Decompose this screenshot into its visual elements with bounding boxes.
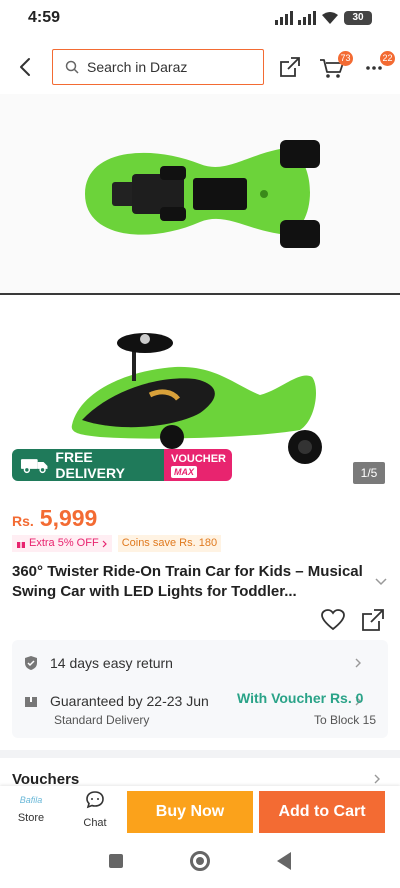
- chat-icon: [86, 791, 104, 809]
- price-value: 5,999: [39, 505, 98, 531]
- chevron-left-icon: [20, 58, 30, 76]
- status-icons: 30: [275, 10, 372, 26]
- return-policy-row[interactable]: 14 days easy return: [24, 652, 376, 674]
- share-icon: [362, 609, 384, 631]
- store-logo: Bafila: [19, 795, 43, 805]
- header: 73 22: [0, 44, 400, 90]
- shield-check-icon: [25, 656, 37, 670]
- delivery-info-card: 14 days easy return Guaranteed by 22-23 …: [12, 640, 388, 738]
- more-button[interactable]: 22: [362, 51, 395, 80]
- more-count-badge: 22: [380, 51, 395, 66]
- delivery-type: Standard Delivery: [54, 713, 150, 727]
- coins-save-tag: Coins save Rs. 180: [117, 535, 222, 552]
- free-delivery-badge: FREE DELIVERY: [12, 449, 164, 481]
- extra-off-tag[interactable]: Extra 5% OFF: [12, 535, 112, 552]
- search-input[interactable]: [87, 59, 247, 75]
- delivery-voucher-text[interactable]: With Voucher Rs. 0: [237, 690, 363, 706]
- expand-title-button[interactable]: [374, 574, 388, 586]
- chevron-right-icon: [102, 540, 107, 547]
- share-icon: [280, 57, 300, 77]
- share-button[interactable]: [277, 54, 303, 80]
- voucher-max-badge: VOUCHER MAX: [164, 449, 232, 481]
- extra-off-label: Extra 5% OFF: [29, 537, 99, 549]
- product-gallery[interactable]: [0, 94, 400, 494]
- status-time: 4:59: [28, 9, 61, 26]
- product-price: Rs. 5,999: [12, 505, 97, 532]
- system-back-button[interactable]: [277, 852, 291, 870]
- chat-label: Chat: [83, 817, 107, 829]
- signal-icon: [275, 11, 293, 25]
- search-bar[interactable]: [52, 49, 264, 85]
- gift-icon: [17, 539, 25, 548]
- search-icon: [65, 60, 79, 74]
- store-button[interactable]: Bafila Store: [8, 790, 54, 834]
- delivery-guarantee-label: Guaranteed by 22-23 Jun: [50, 693, 209, 709]
- signal-icon: [298, 11, 316, 25]
- heart-icon: [321, 609, 345, 631]
- product-share-button[interactable]: [360, 607, 386, 633]
- store-label: Store: [17, 812, 45, 824]
- status-bar: 4:59 30: [0, 0, 400, 36]
- section-divider: [0, 750, 400, 758]
- product-title: 360° Twister Ride-On Train Car for Kids …: [12, 563, 363, 600]
- product-image-top-view: [0, 94, 400, 293]
- system-nav-bar: [0, 838, 400, 888]
- promo-tags: Extra 5% OFF Coins save Rs. 180: [12, 535, 222, 552]
- battery-icon: 30: [344, 11, 372, 25]
- delivery-truck-icon: [20, 459, 48, 474]
- voucher-label: VOUCHER: [171, 453, 227, 465]
- back-button[interactable]: [12, 54, 40, 80]
- delivery-box-icon: [25, 697, 37, 707]
- add-to-cart-button[interactable]: Add to Cart: [259, 791, 385, 833]
- chevron-down-icon: [375, 578, 387, 586]
- return-policy-label: 14 days easy return: [50, 655, 173, 671]
- wishlist-button[interactable]: [320, 608, 346, 632]
- cart-count-badge: 73: [338, 51, 353, 66]
- recent-apps-button[interactable]: [109, 854, 123, 868]
- free-delivery-label: FREE DELIVERY: [55, 449, 125, 481]
- bottom-action-bar: Bafila Store Chat Buy Now Add to Cart: [0, 786, 400, 838]
- chevron-right-icon: [355, 658, 361, 668]
- home-button[interactable]: [190, 851, 210, 871]
- chat-button[interactable]: Chat: [72, 790, 118, 834]
- price-currency: Rs.: [12, 513, 34, 529]
- cart-button[interactable]: 73: [318, 51, 353, 80]
- wifi-icon: [322, 12, 338, 24]
- chevron-right-icon[interactable]: [373, 773, 381, 785]
- voucher-max-label: MAX: [171, 466, 197, 478]
- gallery-page-indicator: 1/5: [353, 462, 385, 484]
- buy-now-button[interactable]: Buy Now: [127, 791, 253, 833]
- delivery-destination: To Block 15: [313, 713, 376, 727]
